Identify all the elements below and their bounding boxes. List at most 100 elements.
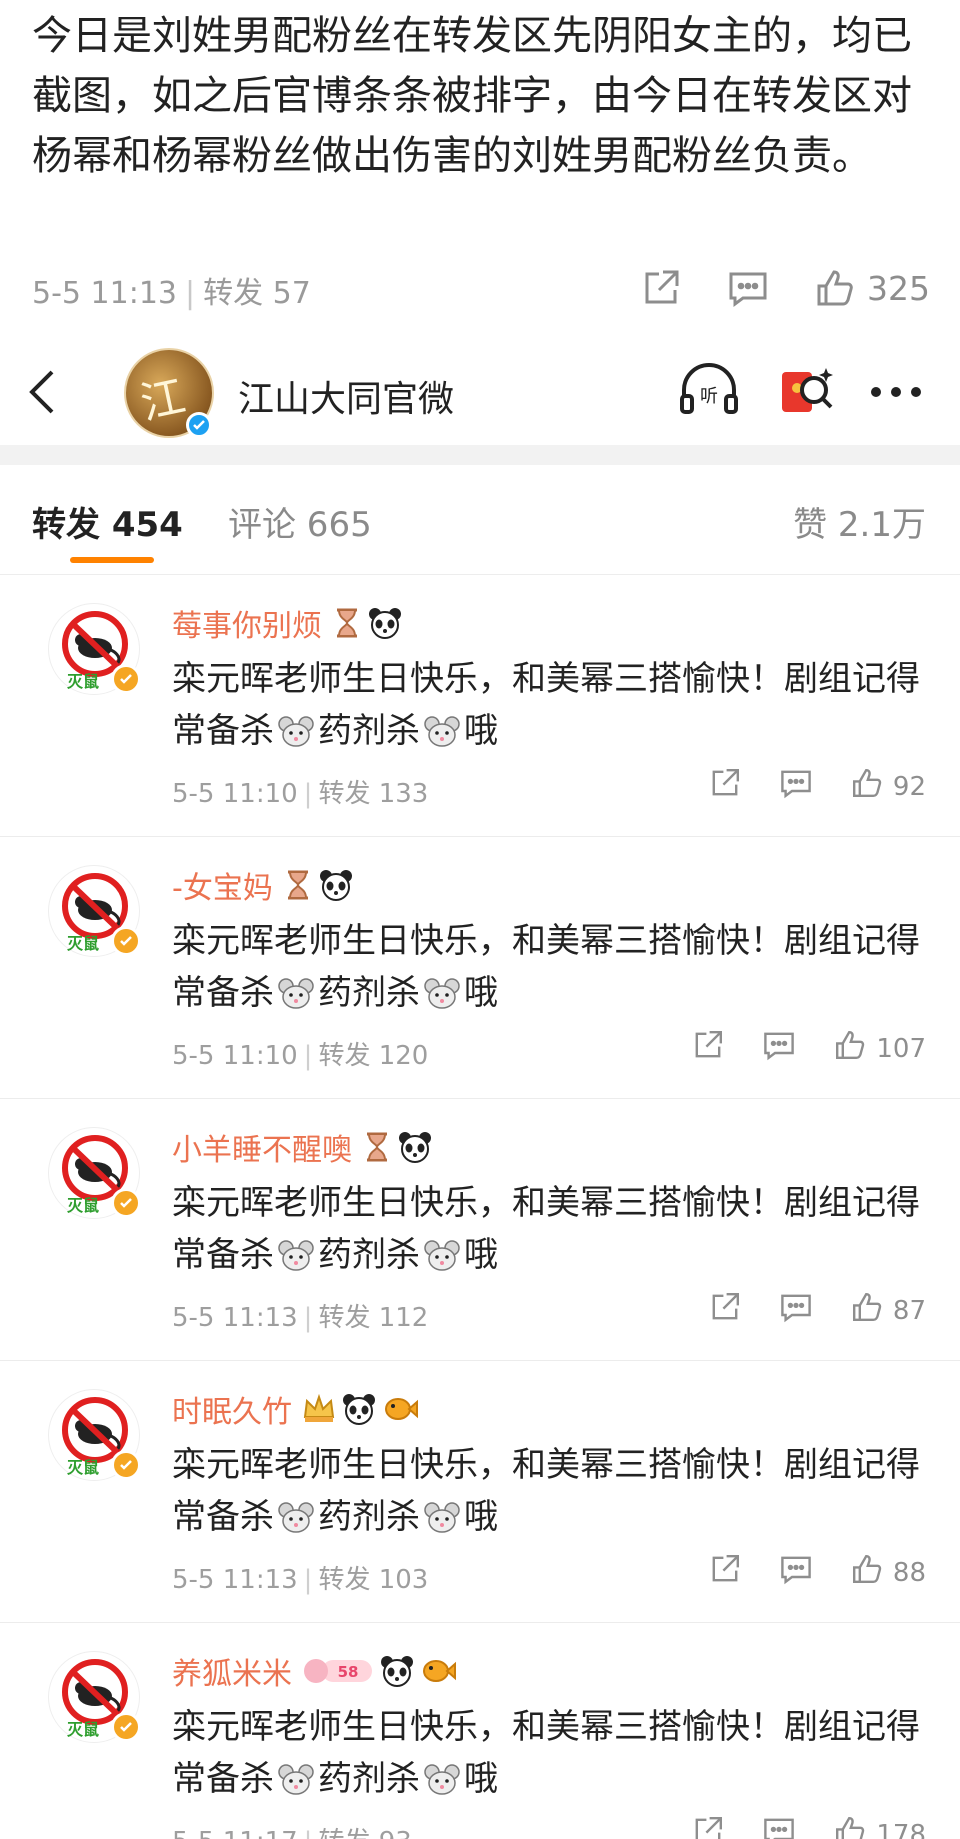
repost-text-part: 哦 <box>464 711 498 751</box>
share-icon[interactable] <box>692 1029 724 1068</box>
repost-count[interactable]: 转发 93 <box>318 1827 411 1839</box>
repost-meta: 5-5 11:10 | 转发 133 <box>172 773 428 810</box>
comment-icon[interactable] <box>779 1291 813 1330</box>
back-icon[interactable] <box>26 368 60 420</box>
comment-icon[interactable] <box>762 1815 796 1839</box>
repost-text-part: 哦 <box>464 973 498 1013</box>
mouse-emoji-icon <box>424 973 460 1025</box>
like-button[interactable]: 87 <box>851 1291 926 1330</box>
repost-count[interactable]: 转发 120 <box>318 1041 428 1071</box>
account-header: 江 江山大同官微 听 <box>0 340 960 445</box>
username[interactable]: 养狐米米 <box>172 1649 292 1693</box>
badge-group <box>283 869 353 901</box>
repost-text: 栾元晖老师生日快乐，和美幂三搭愉快！剧组记得常备杀 药剂杀哦 <box>172 1701 932 1811</box>
like-count: 88 <box>892 1557 926 1588</box>
comment-icon[interactable] <box>779 767 813 806</box>
username[interactable]: 时眠久竹 <box>172 1387 292 1431</box>
share-icon[interactable] <box>641 268 681 308</box>
repost-item[interactable]: 灭鼠 -女宝妈 栾元晖老师生日快乐，和美幂三搭愉快！剧组记得常备杀 药剂杀哦 5-… <box>0 837 960 1099</box>
comment-icon[interactable] <box>727 268 769 308</box>
repost-actions: 88 <box>709 1553 926 1592</box>
share-icon[interactable] <box>709 1291 741 1330</box>
repost-count[interactable]: 转发 103 <box>318 1565 428 1595</box>
mouse-emoji-icon <box>424 1759 460 1811</box>
hourglass-badge-icon <box>283 869 313 901</box>
original-post-actions: 325 <box>641 268 930 308</box>
section-divider <box>0 445 960 465</box>
mouse-emoji-icon <box>278 1759 314 1811</box>
like-button[interactable]: 88 <box>851 1553 926 1592</box>
fish-badge-icon <box>420 1655 456 1687</box>
meta-separator: | <box>303 779 313 809</box>
like-button[interactable]: 107 <box>834 1029 926 1068</box>
username-row: 莓事你别烦 <box>172 601 402 645</box>
more-options-icon[interactable] <box>866 362 926 424</box>
share-icon[interactable] <box>709 1553 741 1592</box>
repost-item[interactable]: 灭鼠 养狐米米 58 栾元晖老师生日快乐，和美幂三搭愉快！剧组记得常备杀 药剂杀哦… <box>0 1623 960 1839</box>
active-tab-indicator <box>70 557 154 563</box>
repost-meta: 5-5 11:10 | 转发 120 <box>172 1035 428 1072</box>
share-icon[interactable] <box>692 1815 724 1839</box>
tab-repost[interactable]: 转发 454 <box>32 497 183 546</box>
comment-icon[interactable] <box>779 1553 813 1592</box>
username[interactable]: -女宝妈 <box>172 863 273 907</box>
username[interactable]: 莓事你别烦 <box>172 601 322 645</box>
hourglass-badge-icon <box>332 607 362 639</box>
hourglass-badge-icon <box>362 1131 392 1163</box>
tab-comment[interactable]: 评论 665 <box>228 497 372 546</box>
mouse-emoji-icon <box>278 711 314 763</box>
repost-text: 栾元晖老师生日快乐，和美幂三搭愉快！剧组记得常备杀 药剂杀哦 <box>172 653 932 763</box>
comment-icon[interactable] <box>762 1029 796 1068</box>
user-avatar[interactable]: 灭鼠 <box>48 865 141 957</box>
repost-text-part: 药剂杀 <box>318 711 420 751</box>
verified-icon <box>111 1712 141 1742</box>
mouse-emoji-icon <box>278 1235 314 1287</box>
user-avatar[interactable]: 灭鼠 <box>48 1389 141 1481</box>
repost-item[interactable]: 灭鼠 小羊睡不醒噢 栾元晖老师生日快乐，和美幂三搭愉快！剧组记得常备杀 药剂杀哦 … <box>0 1099 960 1361</box>
username[interactable]: 小羊睡不醒噢 <box>172 1125 352 1169</box>
panda-badge-icon <box>368 607 402 639</box>
repost-time: 5-5 11:13 <box>172 1303 298 1333</box>
thumbs-up-icon <box>851 767 883 806</box>
repost-count[interactable]: 转发 133 <box>318 779 428 809</box>
verified-icon <box>186 412 212 438</box>
verified-icon <box>111 664 141 694</box>
verified-icon <box>111 1450 141 1480</box>
like-count: 178 <box>876 1819 926 1839</box>
badge-group <box>362 1131 432 1163</box>
repost-time: 5-5 11:17 <box>172 1827 298 1839</box>
original-post-time: 5-5 11:13 <box>32 276 177 311</box>
user-avatar[interactable]: 灭鼠 <box>48 603 141 695</box>
account-name[interactable]: 江山大同官微 <box>238 370 454 422</box>
user-avatar[interactable]: 灭鼠 <box>48 1651 141 1743</box>
repost-item[interactable]: 灭鼠 时眠久竹 栾元晖老师生日快乐，和美幂三搭愉快！剧组记得常备杀 药剂杀哦 5-… <box>0 1361 960 1623</box>
avatar-tag: 灭鼠 <box>67 1196 100 1215</box>
panda-badge-icon <box>380 1655 414 1687</box>
avatar-tag: 灭鼠 <box>67 1720 100 1739</box>
mouse-emoji-icon <box>424 711 460 763</box>
username-row: -女宝妈 <box>172 863 353 907</box>
username-row: 时眠久竹 <box>172 1387 418 1431</box>
repost-text: 栾元晖老师生日快乐，和美幂三搭愉快！剧组记得常备杀 药剂杀哦 <box>172 1439 932 1549</box>
tab-bar: 转发 454 评论 665 赞 2.1万 <box>0 465 960 575</box>
svg-text:听: 听 <box>700 386 718 407</box>
thumbs-up-icon <box>851 1553 883 1592</box>
original-post-repost-count[interactable]: 转发 57 <box>203 276 311 311</box>
avatar-tag: 灭鼠 <box>67 934 100 953</box>
verified-icon <box>111 1188 141 1218</box>
mouse-emoji-icon <box>424 1497 460 1549</box>
original-post-meta: 5-5 11:13 | 转发 57 <box>32 268 311 312</box>
repost-actions: 107 <box>692 1029 926 1068</box>
like-button[interactable]: 178 <box>834 1815 926 1839</box>
red-packet-search-icon[interactable] <box>778 362 840 424</box>
like-button[interactable]: 325 <box>815 268 930 308</box>
like-button[interactable]: 92 <box>851 767 926 806</box>
repost-text-part: 哦 <box>464 1759 498 1799</box>
share-icon[interactable] <box>709 767 741 806</box>
meta-separator: | <box>303 1041 313 1071</box>
repost-item[interactable]: 灭鼠 莓事你别烦 栾元晖老师生日快乐，和美幂三搭愉快！剧组记得常备杀 药剂杀哦 5… <box>0 575 960 837</box>
tab-like[interactable]: 赞 2.1万 <box>793 497 926 546</box>
user-avatar[interactable]: 灭鼠 <box>48 1127 141 1219</box>
repost-count[interactable]: 转发 112 <box>318 1303 428 1333</box>
listen-icon[interactable]: 听 <box>678 362 740 424</box>
